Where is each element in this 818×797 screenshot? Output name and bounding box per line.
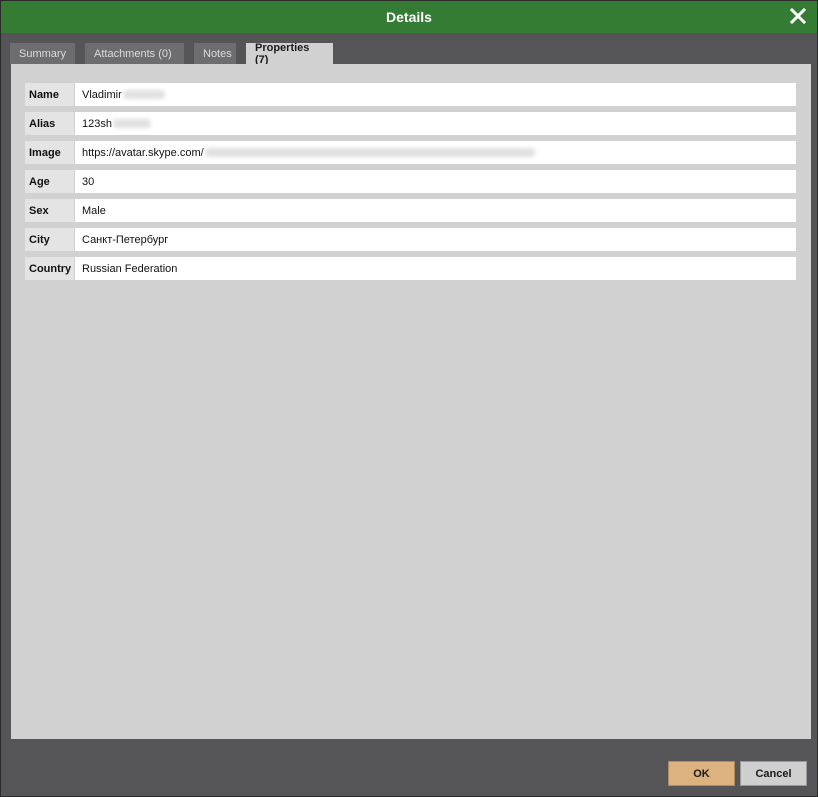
property-value-text: https://avatar.skype.com/ [82,146,204,159]
property-value[interactable]: Russian Federation [75,257,796,280]
property-row-age: Age 30 [25,170,796,193]
property-row-sex: Sex Male [25,199,796,222]
property-row-name: Name Vladimir [25,83,796,106]
tab-label: Summary [19,47,67,60]
property-value[interactable]: 30 [75,170,796,193]
title-bar: Details [1,1,817,33]
close-icon [789,7,807,25]
property-value-text: 30 [82,175,95,188]
cancel-button[interactable]: Cancel [740,761,807,786]
details-dialog: Details Summary Attachments (0) Notes Pr… [0,0,818,797]
redacted-text [204,148,535,157]
tab-summary[interactable]: Summary [10,43,75,64]
tab-label: Properties (7) [255,42,310,66]
property-key: Name [25,83,74,106]
property-row-alias: Alias 123sh [25,112,796,135]
property-key: Sex [25,199,74,222]
property-key: Image [25,141,74,164]
tab-attachments[interactable]: Attachments (0) [85,43,184,64]
property-value[interactable]: https://avatar.skype.com/ [75,141,796,164]
dialog-title: Details [386,9,432,25]
property-value-text: Санкт-Петербург [82,233,169,246]
property-value-text: Male [82,204,106,217]
redacted-text [112,119,151,128]
property-value[interactable]: Male [75,199,796,222]
properties-table: Name Vladimir Alias 123sh Image https://… [25,83,796,286]
tab-properties[interactable]: Properties (7) [246,42,333,66]
property-value[interactable]: Vladimir [75,83,796,106]
property-row-country: Country Russian Federation [25,257,796,280]
close-button[interactable] [787,5,809,27]
property-value[interactable]: 123sh [75,112,796,135]
tab-notes[interactable]: Notes [194,43,236,64]
property-key: Country [25,257,74,280]
property-value-text: Vladimir [82,88,122,101]
property-key: Age [25,170,74,193]
property-value-text: Russian Federation [82,262,178,275]
property-row-city: City Санкт-Петербург [25,228,796,251]
tab-label: Attachments (0) [94,47,172,60]
redacted-text [122,90,165,99]
tab-bar: Summary Attachments (0) Notes Properties… [10,42,333,66]
ok-button[interactable]: OK [668,761,735,786]
property-key: Alias [25,112,74,135]
tab-label: Notes [203,47,232,60]
property-value-text: 123sh [82,117,112,130]
property-row-image: Image https://avatar.skype.com/ [25,141,796,164]
property-value[interactable]: Санкт-Петербург [75,228,796,251]
property-key: City [25,228,74,251]
properties-panel: Name Vladimir Alias 123sh Image https://… [11,64,811,739]
